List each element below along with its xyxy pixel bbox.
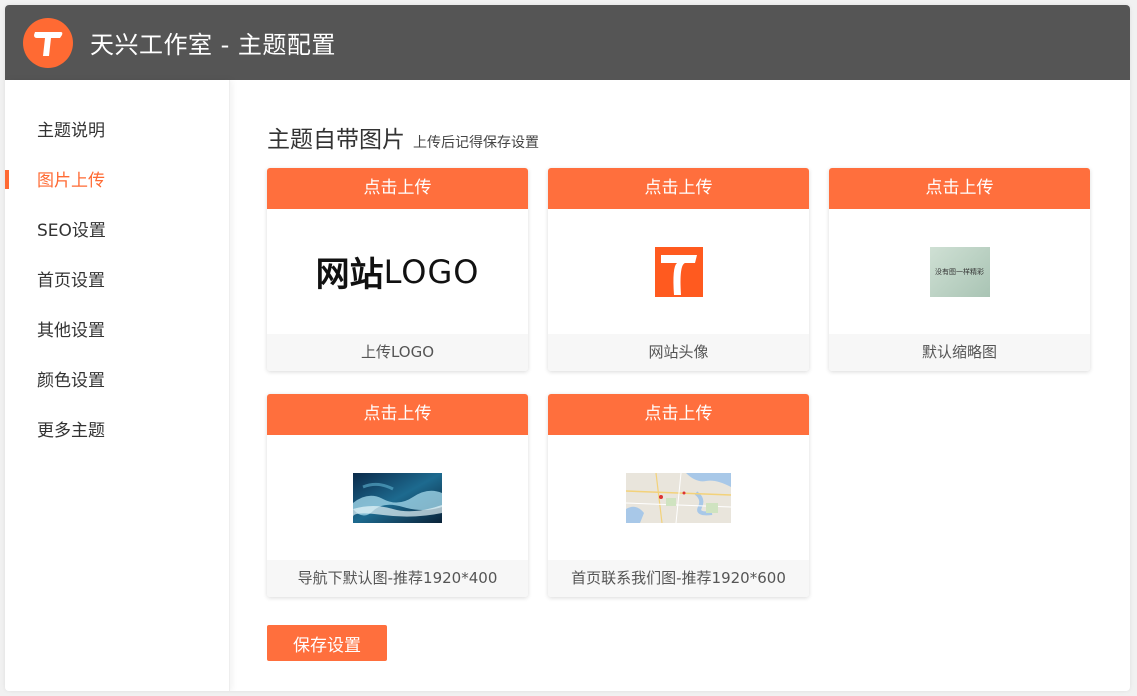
card-label-contact-map: 首页联系我们图-推荐1920*600 (548, 560, 809, 597)
main-content: 主题自带图片 上传后记得保存设置 点击上传 网站 LOGO 上传LOGO 点击上传 (230, 80, 1130, 691)
card-label-thumbnail: 默认缩略图 (829, 334, 1090, 371)
save-settings-button[interactable]: 保存设置 (267, 625, 387, 661)
header-bar: 天兴工作室 - 主题配置 (5, 5, 1130, 80)
section-subtitle: 上传后记得保存设置 (413, 135, 539, 151)
upload-card-logo: 点击上传 网站 LOGO 上传LOGO (267, 168, 528, 371)
card-label-logo: 上传LOGO (267, 334, 528, 371)
upload-button-logo[interactable]: 点击上传 (267, 168, 528, 209)
section-heading: 主题自带图片 上传后记得保存设置 (267, 120, 1130, 154)
map-image (626, 472, 731, 523)
sidebar-item-other[interactable]: 其他设置 (5, 310, 229, 360)
sidebar-item-homepage[interactable]: 首页设置 (5, 260, 229, 310)
upload-button-thumbnail[interactable]: 点击上传 (829, 168, 1090, 209)
card-label-avatar: 网站头像 (548, 334, 809, 371)
card-label-nav-banner: 导航下默认图-推荐1920*400 (267, 560, 528, 597)
sidebar: 主题说明 图片上传 SEO设置 首页设置 其他设置 颜色设置 更多主题 (5, 80, 230, 691)
contact-map-preview (548, 435, 809, 560)
image-card-grid: 点击上传 网站 LOGO 上传LOGO 点击上传 网站头像 点击上传 没有图一样… (267, 168, 1130, 597)
sidebar-item-image-upload[interactable]: 图片上传 (5, 160, 229, 210)
section-title: 主题自带图片 (267, 127, 405, 153)
nav-banner-preview (267, 435, 528, 560)
sidebar-item-seo[interactable]: SEO设置 (5, 210, 229, 260)
ocean-wave-image (353, 472, 442, 523)
upload-card-avatar: 点击上传 网站头像 (548, 168, 809, 371)
logo-preview-light: LOGO (383, 252, 480, 291)
upload-button-nav-banner[interactable]: 点击上传 (267, 394, 528, 435)
thumbnail-preview: 没有图一样精彩 (829, 209, 1090, 334)
upload-button-avatar[interactable]: 点击上传 (548, 168, 809, 209)
page-title: 天兴工作室 - 主题配置 (90, 31, 336, 59)
sidebar-item-more-themes[interactable]: 更多主题 (5, 410, 229, 460)
upload-card-contact-map: 点击上传 首页联系我们图-推荐1920*600 (548, 394, 809, 597)
logo-preview: 网站 LOGO (267, 209, 528, 334)
thumbnail-text: 没有图一样精彩 (935, 267, 984, 276)
site-avatar-icon (654, 246, 703, 297)
brand-logo-icon (23, 17, 73, 68)
avatar-preview (548, 209, 809, 334)
app-window: 天兴工作室 - 主题配置 主题说明 图片上传 SEO设置 首页设置 其他设置 颜… (5, 5, 1130, 691)
logo-preview-bold: 网站 (315, 255, 384, 295)
upload-card-nav-banner: 点击上传 导航下默认图-推荐1920*400 (267, 394, 528, 597)
upload-card-thumbnail: 点击上传 没有图一样精彩 默认缩略图 (829, 168, 1090, 371)
sidebar-item-theme-intro[interactable]: 主题说明 (5, 110, 229, 160)
sidebar-item-color[interactable]: 颜色设置 (5, 360, 229, 410)
upload-button-contact-map[interactable]: 点击上传 (548, 394, 809, 435)
